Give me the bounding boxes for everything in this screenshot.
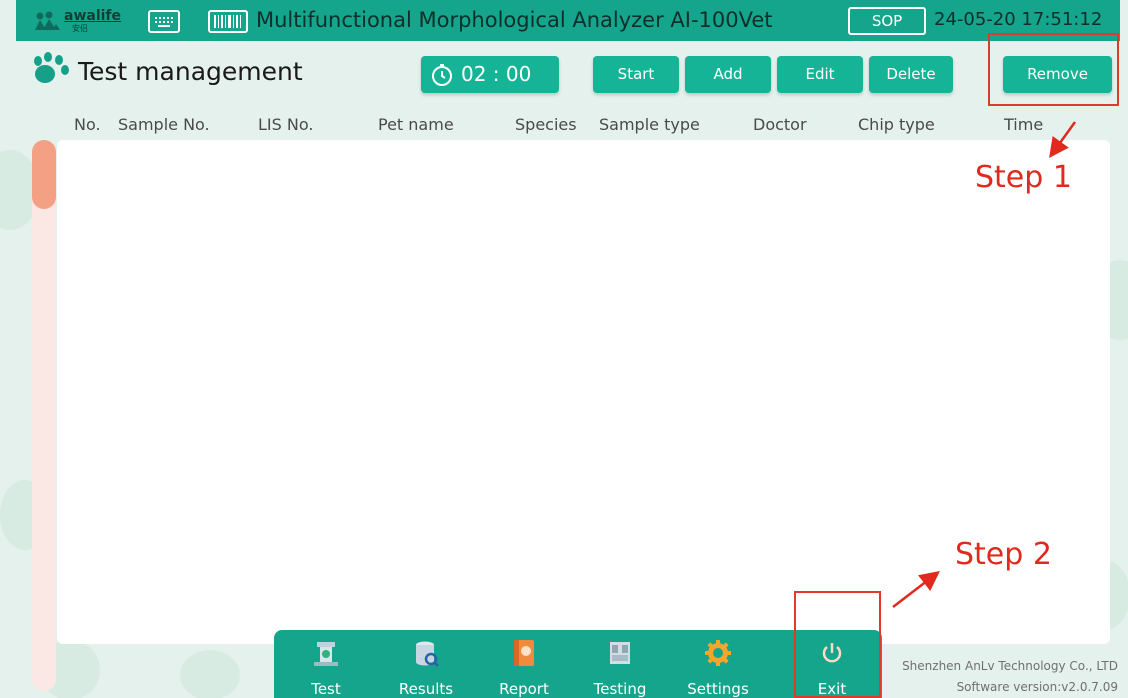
paw-icon: [34, 52, 69, 83]
column-header[interactable]: Chip type: [858, 115, 935, 134]
nav-item-report[interactable]: Report: [484, 630, 564, 698]
timer-value: 02 : 00: [461, 62, 532, 86]
table-body[interactable]: [57, 140, 1110, 644]
scrollbar-thumb[interactable]: [32, 140, 56, 209]
nav-item-testing[interactable]: Testing: [580, 630, 660, 698]
column-header[interactable]: Sample No.: [118, 115, 210, 134]
add-button[interactable]: Add: [685, 56, 771, 93]
step1-highlight-box: [988, 33, 1119, 106]
logo-icon: [35, 11, 60, 30]
delete-button[interactable]: Delete: [869, 56, 953, 93]
step1-label: Step 1: [975, 160, 1072, 195]
settings-icon: [705, 640, 731, 666]
nav-label: Settings: [687, 680, 749, 698]
table-header: No. Sample No. LIS No. Pet name Species …: [32, 112, 1110, 140]
column-header[interactable]: Sample type: [599, 115, 700, 134]
nav-label: Report: [499, 680, 549, 698]
step2-label: Step 2: [955, 537, 1052, 572]
keyboard-button[interactable]: [148, 10, 180, 33]
nav-label: Testing: [593, 680, 647, 698]
bottom-navigation: Test Results Report Testing Settings Exi…: [274, 630, 882, 698]
timer-icon: [432, 64, 452, 86]
scrollbar-track[interactable]: [32, 140, 56, 691]
nav-item-test[interactable]: Test: [286, 630, 366, 698]
column-header[interactable]: LIS No.: [258, 115, 313, 134]
report-icon: [514, 640, 534, 666]
software-version: Software version:v2.0.7.09: [956, 680, 1118, 694]
keyboard-icon: [155, 17, 173, 27]
edit-button[interactable]: Edit: [777, 56, 863, 93]
nav-item-settings[interactable]: Settings: [678, 630, 758, 698]
column-header[interactable]: Species: [515, 115, 577, 134]
step2-highlight-box: [794, 591, 881, 698]
test-icon: [314, 642, 338, 666]
nav-label: Results: [398, 680, 454, 698]
column-header[interactable]: Pet name: [378, 115, 454, 134]
results-icon: [416, 641, 439, 667]
barcode-button[interactable]: [208, 10, 248, 33]
company-name: Shenzhen AnLv Technology Co., LTD: [902, 659, 1118, 673]
app-title: Multifunctional Morphological Analyzer A…: [256, 8, 773, 32]
nav-item-results[interactable]: Results: [386, 630, 466, 698]
timer-button[interactable]: 02 : 00: [421, 56, 559, 93]
start-button[interactable]: Start: [593, 56, 679, 93]
title-bar: awalife 安侣 Multifunctional Morphological…: [16, 0, 1120, 41]
barcode-icon: [214, 15, 241, 28]
column-header[interactable]: Time: [1004, 115, 1043, 134]
logo-subtext: 安侣: [72, 24, 88, 33]
page-title: Test management: [78, 57, 303, 86]
logo-text: awalife: [64, 8, 122, 24]
column-header[interactable]: No.: [74, 115, 101, 134]
datetime-display: 24-05-20 17:51:12: [934, 9, 1103, 30]
testing-icon: [610, 642, 630, 664]
nav-label: Test: [311, 680, 341, 698]
column-header[interactable]: Doctor: [753, 115, 807, 134]
sop-button[interactable]: SOP: [848, 7, 926, 35]
brand-logo: awalife 安侣: [34, 8, 138, 33]
